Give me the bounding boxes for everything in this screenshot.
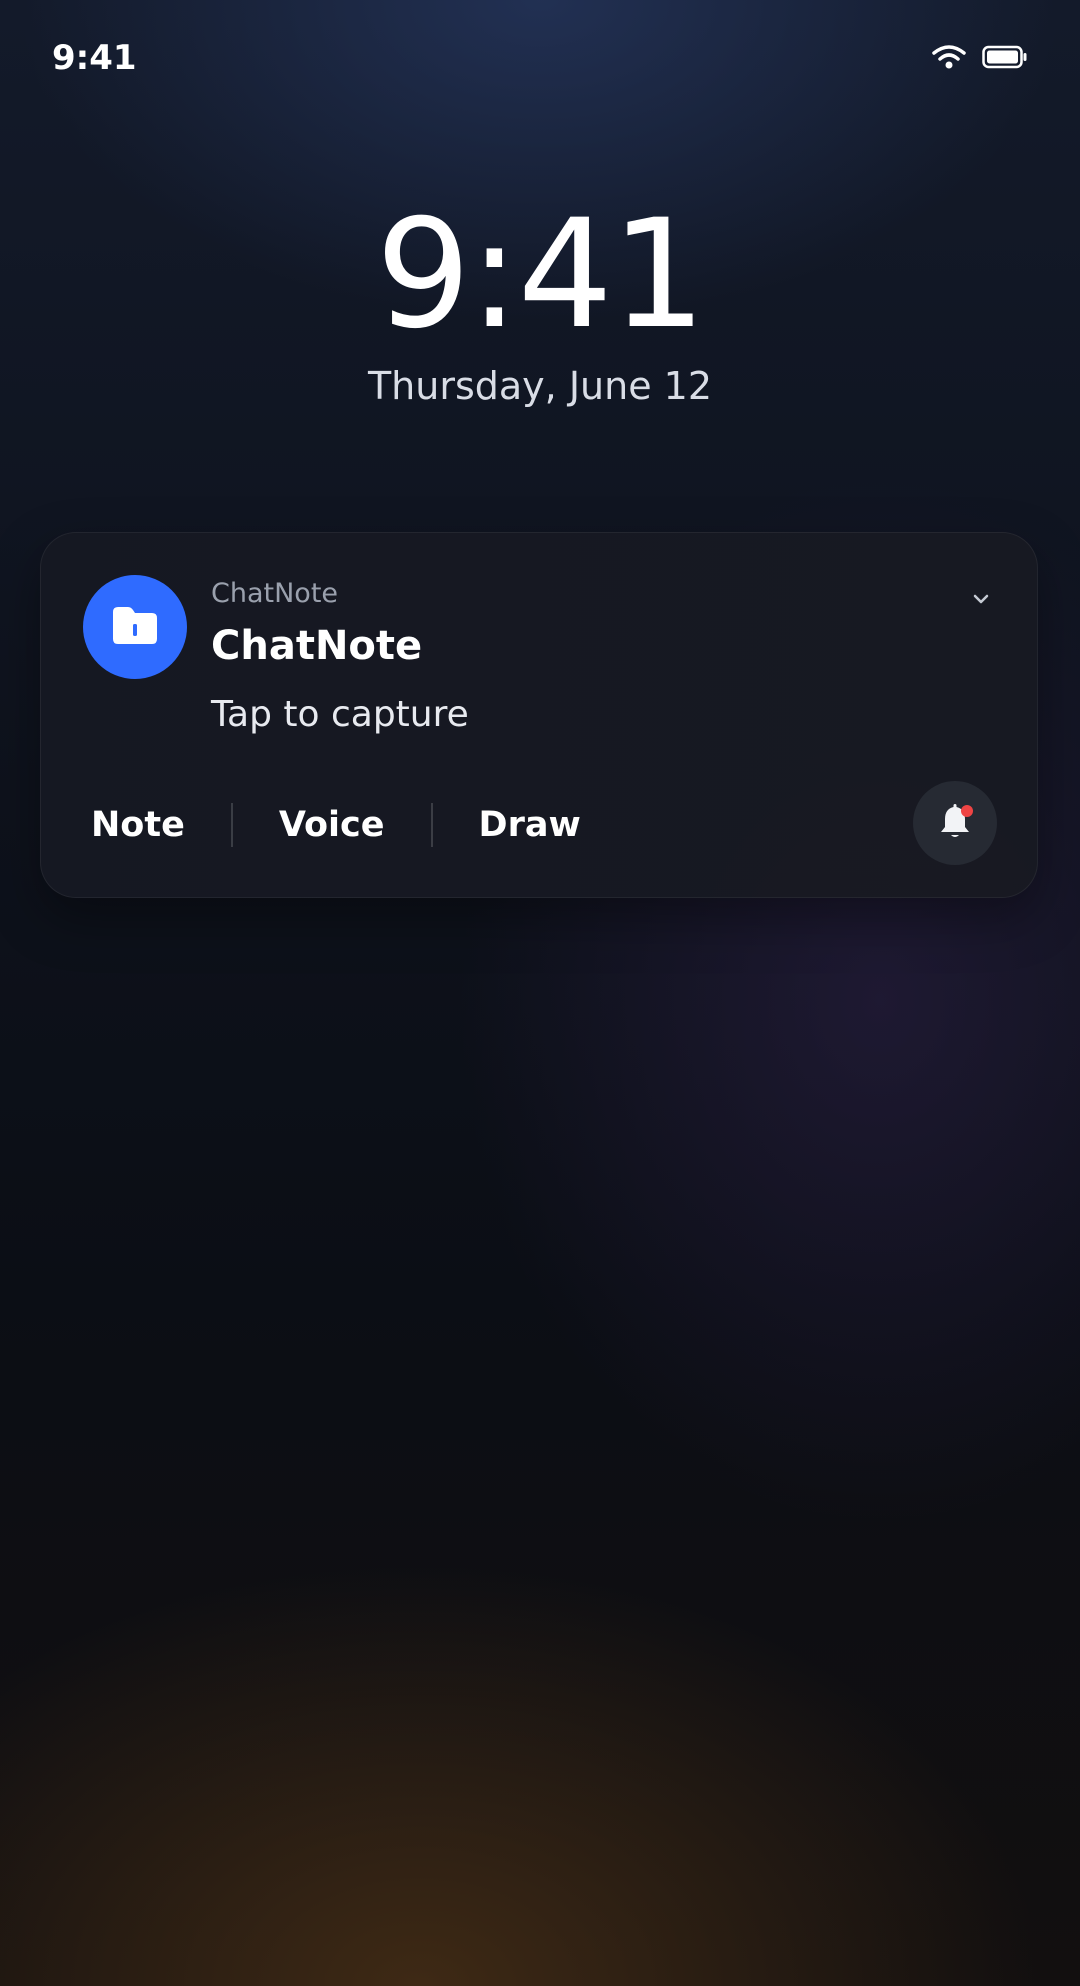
status-time: 9:41: [52, 38, 137, 78]
notification-actions: Note Voice Draw: [41, 787, 627, 863]
draw-action-button[interactable]: Draw: [433, 787, 627, 863]
expand-chevron-button[interactable]: [967, 585, 995, 613]
notification-title: ChatNote: [211, 623, 423, 669]
notification-badge: [961, 805, 973, 817]
wifi-icon: [932, 44, 966, 74]
notification-card[interactable]: ChatNote ChatNote Tap to capture Note Vo…: [40, 532, 1038, 898]
lock-screen-date: Thursday, June 12: [367, 364, 713, 408]
app-icon: [83, 575, 187, 679]
notification-app-name: ChatNote: [211, 578, 339, 609]
folder-icon: [110, 604, 160, 650]
chevron-down-icon: [973, 590, 989, 609]
lock-screen-time: 9:41: [375, 188, 707, 362]
note-action-button[interactable]: Note: [41, 787, 231, 863]
status-icons: [932, 44, 1028, 74]
status-bar: 9:41: [0, 0, 1080, 120]
battery-icon: [982, 45, 1028, 73]
voice-action-button[interactable]: Voice: [233, 787, 431, 863]
notification-bell-button[interactable]: [913, 781, 997, 865]
notification-body: Tap to capture: [211, 694, 469, 735]
